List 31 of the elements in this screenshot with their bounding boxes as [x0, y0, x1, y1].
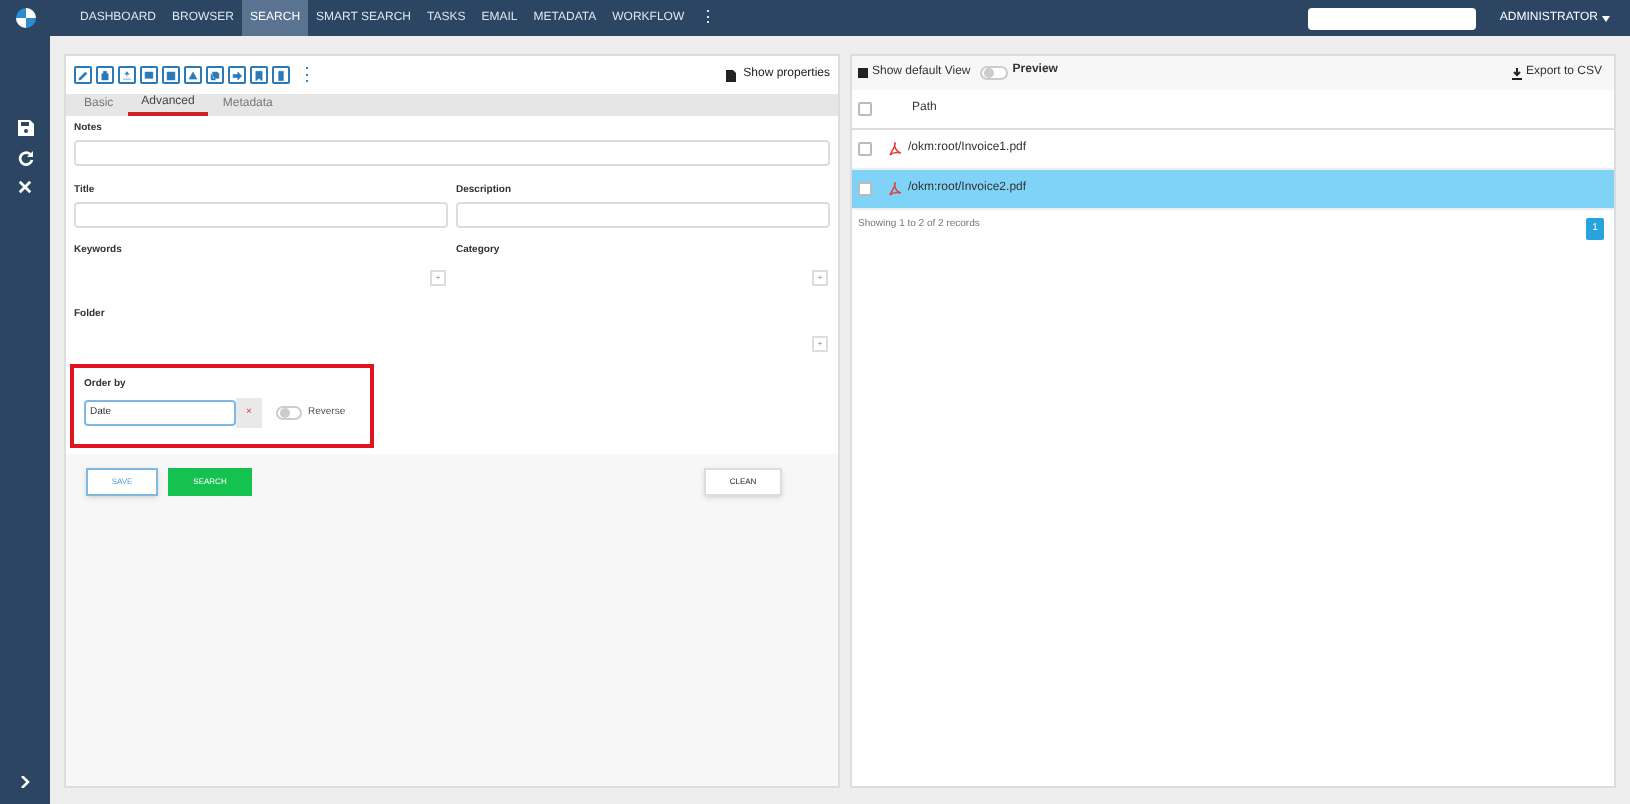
input-field[interactable]: [74, 140, 830, 166]
close-icon[interactable]: [18, 180, 32, 194]
more-icon[interactable]: ⋮: [692, 0, 725, 36]
preview-toggle[interactable]: [980, 66, 1009, 80]
pdf-icon: [888, 182, 902, 196]
lock-icon[interactable]: [98, 67, 112, 83]
bar-icon[interactable]: [274, 67, 288, 83]
pdf-icon: [888, 142, 902, 156]
copy-icon[interactable]: [142, 67, 156, 83]
arrow-icon[interactable]: [230, 67, 244, 83]
more-icon[interactable]: ⋮: [298, 66, 316, 84]
bookmark-icon[interactable]: [252, 67, 266, 83]
upload-icon[interactable]: [120, 67, 134, 83]
triangle-icon[interactable]: [186, 67, 200, 83]
input-field[interactable]: [74, 202, 448, 228]
expand-icon[interactable]: [20, 776, 30, 788]
refresh-icon[interactable]: [17, 150, 33, 166]
duplicate-icon[interactable]: [208, 67, 222, 83]
row-checkbox[interactable]: [858, 182, 872, 196]
grid-icon: [858, 68, 868, 78]
search-field[interactable]: [1307, 7, 1476, 29]
download-icon: [1511, 67, 1522, 79]
reverse-toggle[interactable]: [276, 406, 302, 420]
row-checkbox[interactable]: [858, 142, 872, 156]
caret-icon[interactable]: [1602, 15, 1610, 21]
logo-icon: [16, 8, 36, 28]
save-icon[interactable]: [17, 120, 33, 136]
select-all-checkbox[interactable]: [858, 102, 872, 116]
document-icon: [725, 69, 736, 81]
pencil-icon[interactable]: [76, 67, 90, 83]
input-field[interactable]: [456, 202, 830, 228]
